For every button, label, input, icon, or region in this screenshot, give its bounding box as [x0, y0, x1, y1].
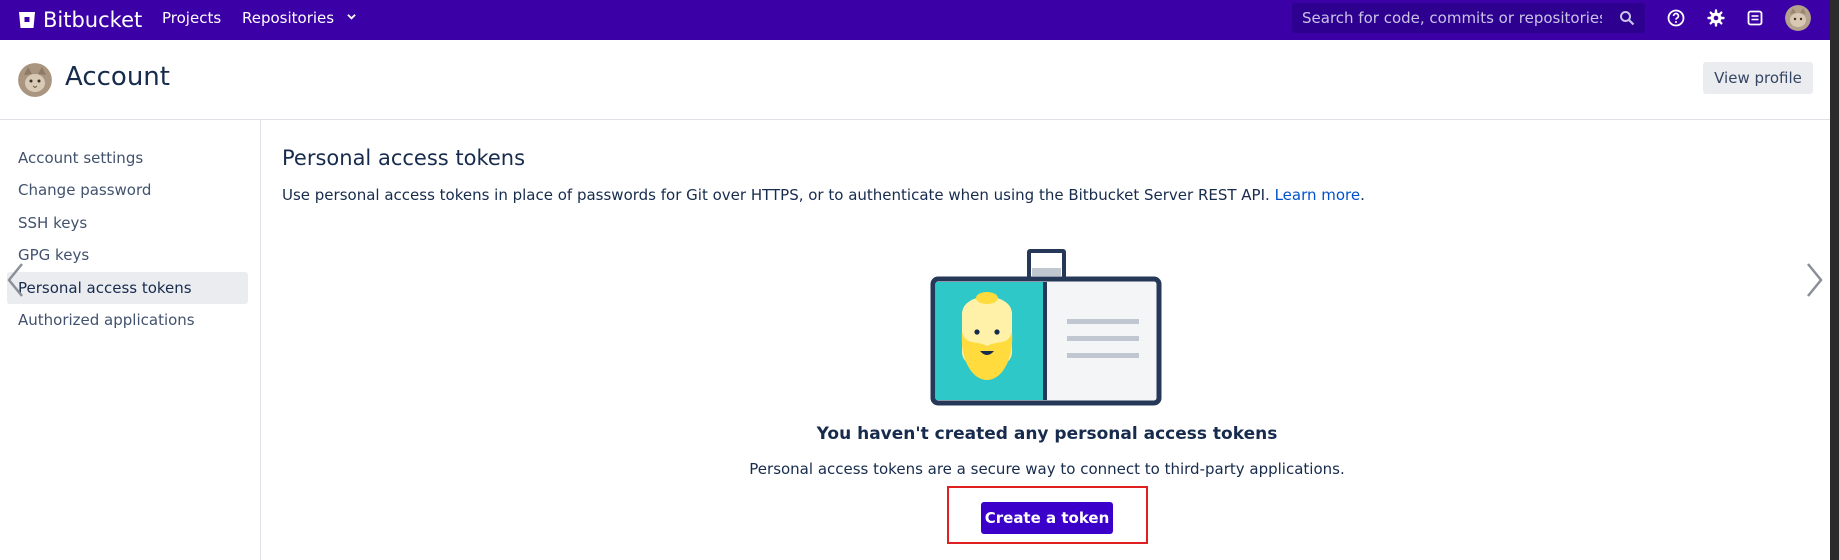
nav-repositories[interactable]: Repositories — [242, 0, 356, 36]
search-input[interactable] — [1302, 3, 1602, 33]
section-title: Personal access tokens — [282, 146, 526, 170]
chevron-right-icon[interactable] — [1805, 260, 1825, 300]
brand-name: Bitbucket — [43, 8, 143, 32]
avatar — [18, 63, 52, 97]
sidebar-item-change-password[interactable]: Change password — [7, 174, 248, 206]
learn-more-link[interactable]: Learn more — [1275, 186, 1361, 204]
top-navigation-bar: Bitbucket Projects Repositories — [0, 0, 1839, 40]
chevron-left-icon[interactable] — [5, 260, 25, 300]
empty-state-description: Personal access tokens are a secure way … — [749, 460, 1345, 478]
create-token-button[interactable]: Create a token — [981, 502, 1113, 534]
id-badge-illustration — [930, 249, 1162, 406]
description-period: . — [1360, 186, 1365, 204]
view-profile-button[interactable]: View profile — [1703, 62, 1813, 94]
sidebar-item-personal-access-tokens[interactable]: Personal access tokens — [7, 272, 248, 304]
sidebar-item-gpg-keys[interactable]: GPG keys — [7, 239, 248, 271]
section-description: Use personal access tokens in place of p… — [282, 186, 1365, 204]
sidebar-item-account-settings[interactable]: Account settings — [7, 142, 248, 174]
bitbucket-logo-link[interactable]: Bitbucket — [18, 0, 142, 40]
sidebar-item-authorized-applications[interactable]: Authorized applications — [7, 304, 248, 336]
bitbucket-logo-icon — [19, 12, 35, 28]
page-title: Account — [65, 62, 170, 92]
chevron-down-icon — [347, 14, 356, 20]
search-icon[interactable] — [1619, 10, 1635, 26]
search-box — [1292, 3, 1645, 33]
description-text: Use personal access tokens in place of p… — [282, 186, 1270, 204]
empty-state-title: You haven't created any personal access … — [816, 424, 1278, 444]
sidebar-item-ssh-keys[interactable]: SSH keys — [7, 207, 248, 239]
gear-icon[interactable] — [1707, 9, 1725, 27]
avatar — [1785, 5, 1811, 31]
help-icon[interactable] — [1667, 9, 1685, 27]
scrollbar[interactable] — [1830, 0, 1839, 560]
account-sidebar: Account settings Change password SSH key… — [0, 120, 261, 560]
page-header: Account View profile — [0, 40, 1839, 120]
user-avatar-menu[interactable] — [1785, 5, 1811, 31]
nav-repositories-label: Repositories — [242, 9, 335, 27]
account-avatar — [18, 63, 52, 97]
inbox-icon[interactable] — [1746, 9, 1764, 27]
nav-projects[interactable]: Projects — [162, 0, 221, 36]
